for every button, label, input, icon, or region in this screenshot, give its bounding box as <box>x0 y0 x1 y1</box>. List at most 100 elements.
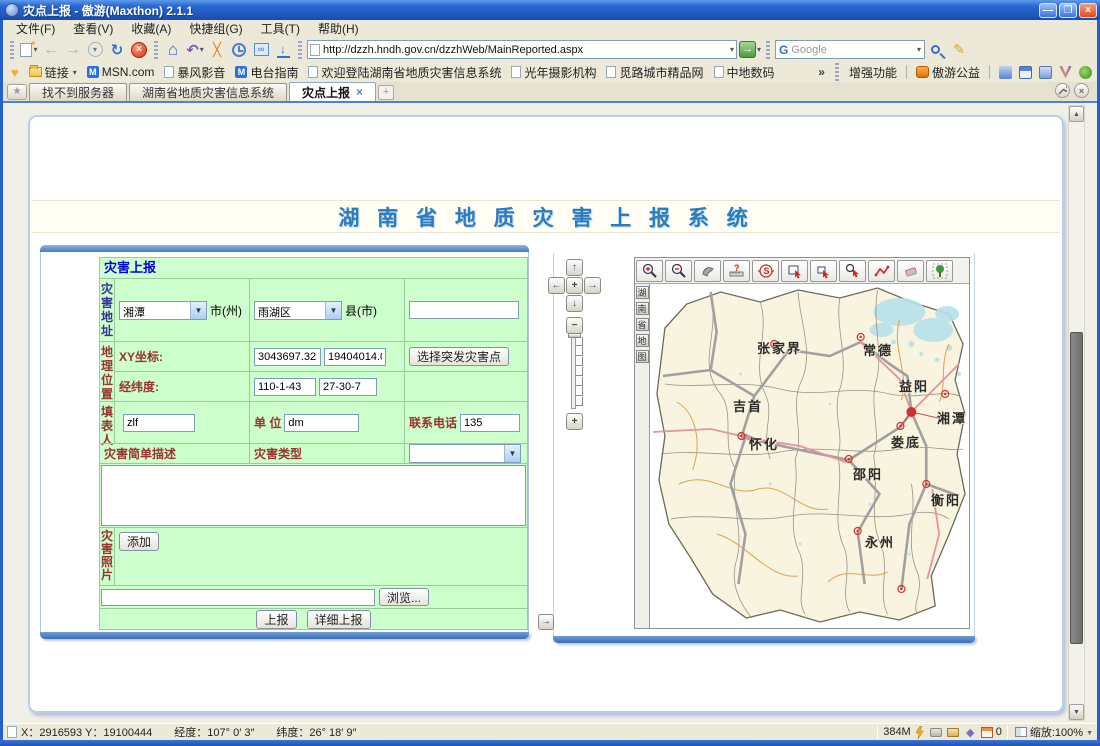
window-icon[interactable] <box>1019 66 1032 79</box>
eraser-tool[interactable] <box>897 260 924 282</box>
links-folder[interactable]: 链接▾ <box>26 64 80 81</box>
zoom-control[interactable]: 缩放:100% <box>1030 724 1093 740</box>
map-side-tab[interactable]: 地 <box>636 334 649 347</box>
map-side-tab[interactable]: 图 <box>636 350 649 363</box>
new-tab-button[interactable]: ▾ <box>19 39 39 60</box>
y-coordinate-input[interactable] <box>324 348 386 366</box>
enhance-button[interactable]: 增强功能 <box>846 64 900 81</box>
url-dropdown[interactable]: ▾ <box>730 45 734 54</box>
history-dropdown-button[interactable] <box>85 39 105 60</box>
latitude-input[interactable] <box>319 378 377 396</box>
zoom-in-step-button[interactable]: + <box>566 413 583 430</box>
zoom-select-tool[interactable] <box>839 260 866 282</box>
notes-icon[interactable] <box>1039 66 1052 79</box>
bookmark-radio[interactable]: 电台指南 <box>232 64 301 81</box>
bookmark-photo[interactable]: 光年摄影机构 <box>508 64 599 81</box>
browse-button[interactable]: 浏览... <box>379 588 429 606</box>
link-sync-button[interactable] <box>251 39 271 60</box>
forward-button[interactable] <box>63 39 83 60</box>
undo-button[interactable]: ▾ <box>185 39 205 60</box>
pan-right-button[interactable]: → <box>584 277 601 294</box>
bookmark-hunan-geo[interactable]: 欢迎登陆湖南省地质灾害信息系统 <box>305 64 504 81</box>
popup-blocker-icon[interactable] <box>981 726 994 739</box>
tab-hunan-geo-system[interactable]: 湖南省地质灾害信息系统 <box>129 83 287 101</box>
layer-tree-tool[interactable] <box>926 260 953 282</box>
pan-tool[interactable] <box>694 260 721 282</box>
history-button[interactable] <box>229 39 249 60</box>
close-bar-button[interactable]: × <box>1074 83 1089 98</box>
map-side-tab[interactable]: 南 <box>636 302 649 315</box>
menu-favorites[interactable]: 收藏(A) <box>122 21 180 37</box>
maximize-button[interactable]: ❐ <box>1059 3 1077 18</box>
collector-button[interactable] <box>207 39 227 60</box>
polyline-tool[interactable] <box>868 260 895 282</box>
close-tab-icon[interactable] <box>356 85 363 99</box>
address-detail-input[interactable] <box>409 301 519 319</box>
pan-down-button[interactable]: ↓ <box>566 295 583 312</box>
bookmark-storm[interactable]: 暴风影音 <box>161 64 228 81</box>
highlight-button[interactable] <box>949 39 969 60</box>
search-engine-dropdown[interactable]: ▾ <box>917 45 921 54</box>
zoom-slider[interactable] <box>568 337 584 409</box>
zoom-out-tool[interactable] <box>665 260 692 282</box>
x-coordinate-input[interactable] <box>254 348 321 366</box>
measure-tool[interactable]: ? <box>723 260 750 282</box>
go-button[interactable]: ▾ <box>739 39 761 60</box>
clear-selection-tool[interactable]: S <box>752 260 779 282</box>
tab-list-button[interactable] <box>7 84 27 100</box>
pan-up-button[interactable]: ↑ <box>566 259 583 276</box>
longitude-input[interactable] <box>254 378 316 396</box>
menu-file[interactable]: 文件(F) <box>7 21 64 37</box>
bookmark-zhongdi[interactable]: 中地数码 <box>711 64 778 81</box>
boost-icon[interactable] <box>913 726 926 739</box>
minimize-button[interactable]: — <box>1039 3 1057 18</box>
bookmark-msn[interactable]: MSN.com <box>84 65 158 79</box>
map-side-tab[interactable]: 湖 <box>636 286 649 299</box>
charity-button[interactable]: 傲游公益 <box>913 64 983 81</box>
tab-server-not-found[interactable]: 找不到服务器 <box>29 83 127 101</box>
map-canvas[interactable]: 张家界 常德 益阳 吉首 湘潭 娄底 怀化 邵阳 衡阳 永州 <box>651 284 969 628</box>
zoom-in-tool[interactable] <box>636 260 663 282</box>
add-photo-button[interactable]: 添加 <box>119 532 159 551</box>
new-tab-button[interactable] <box>378 85 394 100</box>
split-view-icon[interactable] <box>1015 726 1028 739</box>
disaster-type-select[interactable] <box>409 444 521 463</box>
scrollbar-thumb[interactable] <box>1070 332 1083 644</box>
menu-tools[interactable]: 工具(T) <box>252 21 309 37</box>
rect-select-tool[interactable] <box>781 260 808 282</box>
rect-deselect-tool[interactable] <box>810 260 837 282</box>
phone-input[interactable] <box>460 414 520 432</box>
bookmarks-overflow-button[interactable] <box>815 65 828 79</box>
detail-report-button[interactable]: 详细上报 <box>307 610 371 629</box>
scroll-up-button[interactable]: ▲ <box>1069 106 1084 122</box>
avatar-icon[interactable] <box>1079 66 1092 79</box>
wrench-button[interactable] <box>1055 83 1070 98</box>
menu-help[interactable]: 帮助(H) <box>309 21 368 37</box>
bookmark-milu[interactable]: 觅路城市精品网 <box>603 64 706 81</box>
favorites-icon[interactable] <box>8 65 22 80</box>
page-scrollbar[interactable]: ▲ ▼ <box>1068 105 1085 721</box>
city-select[interactable]: 湘潭 <box>119 301 207 320</box>
close-button[interactable]: × <box>1079 3 1097 18</box>
user-icon[interactable] <box>999 66 1012 79</box>
proxy-icon[interactable] <box>930 726 943 739</box>
unit-input[interactable] <box>284 414 359 432</box>
stop-button[interactable] <box>129 39 149 60</box>
pick-disaster-point-button[interactable]: 选择突发灾害点 <box>409 347 509 366</box>
search-input[interactable]: Google <box>791 44 913 56</box>
search-button[interactable] <box>927 39 947 60</box>
menu-view[interactable]: 查看(V) <box>64 21 122 37</box>
back-button[interactable] <box>41 39 61 60</box>
county-select[interactable]: 雨湖区 <box>254 301 342 320</box>
report-button[interactable]: 上报 <box>256 610 296 629</box>
pan-left-button[interactable]: ← <box>548 277 565 294</box>
url-input[interactable] <box>323 44 726 56</box>
filter-icon[interactable] <box>964 726 977 739</box>
description-textarea[interactable] <box>101 465 526 526</box>
pan-center-button[interactable]: + <box>566 277 583 294</box>
refresh-button[interactable] <box>107 39 127 60</box>
scroll-down-button[interactable]: ▼ <box>1069 704 1084 720</box>
expand-panel-button[interactable]: → <box>538 614 554 630</box>
file-path-input[interactable] <box>101 589 375 606</box>
reporter-name-input[interactable] <box>123 414 195 432</box>
